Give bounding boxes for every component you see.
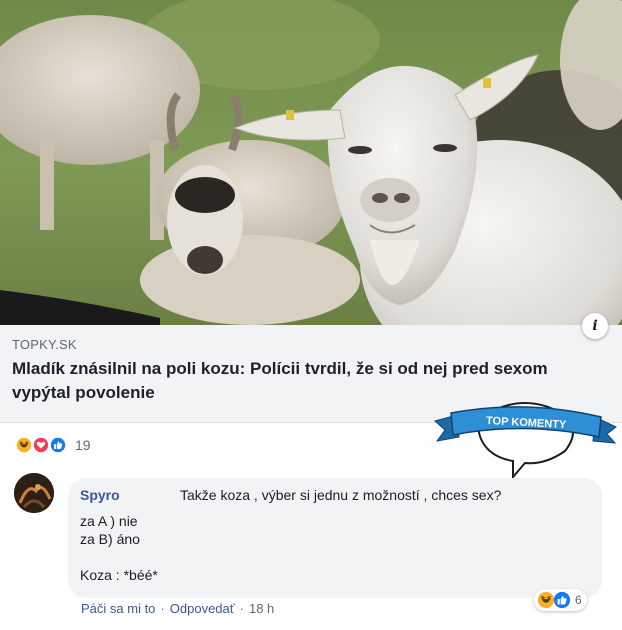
like-icon: [48, 435, 68, 455]
reply-button[interactable]: Odpovedať: [170, 601, 235, 616]
separator-dot: ·: [160, 601, 165, 616]
comment-bubble: Spyro Takže koza , výber si jednu z možn…: [68, 478, 602, 598]
separator-dot: ·: [239, 601, 244, 616]
comment-text-line: za B) áno: [80, 531, 140, 547]
comment-text-line: za A ) nie: [80, 513, 138, 529]
comment-timestamp[interactable]: 18 h: [249, 601, 274, 616]
comment-author[interactable]: Spyro: [80, 487, 120, 503]
post-reactions[interactable]: 19: [14, 433, 91, 457]
avatar[interactable]: [14, 473, 54, 513]
link-preview-image[interactable]: [0, 0, 622, 325]
info-icon[interactable]: i: [582, 313, 608, 339]
comment-actions: Páči sa mi to · Odpovedať · 18 h: [81, 601, 274, 616]
comment-reactions-count: 6: [575, 593, 582, 607]
like-icon: [553, 591, 571, 609]
comment-text-line: Koza : *béé*: [80, 567, 158, 583]
goat-photo: [0, 0, 622, 325]
top-komenty-badge: TOP KOMENTY: [433, 393, 618, 480]
link-domain: TOPKY.SK: [12, 337, 77, 352]
comment-text-line: Takže koza , výber si jednu z možností ,…: [180, 487, 502, 503]
like-comment-button[interactable]: Páči sa mi to: [81, 601, 155, 616]
reactions-count[interactable]: 19: [75, 437, 91, 453]
comment-reactions[interactable]: 6: [534, 589, 587, 611]
